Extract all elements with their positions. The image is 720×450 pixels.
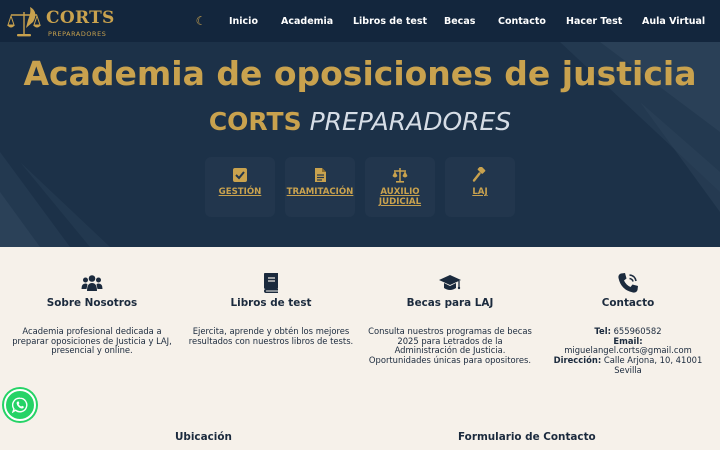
nav-link-academia[interactable]: Academia xyxy=(281,15,333,28)
navbar: CORTS PREPARADORES ☾ Inicio Academia Lib… xyxy=(0,0,720,42)
brand-tagline: PREPARADORES xyxy=(48,30,107,38)
hero-subtitle-bold: CORTS xyxy=(208,107,302,136)
whatsapp-button[interactable] xyxy=(4,389,36,421)
brand-logo[interactable]: CORTS PREPARADORES xyxy=(6,4,114,40)
nav-link-hacer-test[interactable]: Hacer Test xyxy=(566,15,622,28)
tile-tramitacion[interactable]: TRAMITACIÓN xyxy=(285,157,355,217)
phone-value[interactable]: 655960582 xyxy=(614,326,662,336)
email-label: Email: xyxy=(613,335,643,346)
moon-icon[interactable]: ☾ xyxy=(194,14,208,28)
phone-icon xyxy=(618,273,638,293)
hero-subtitle-italic: PREPARADORES xyxy=(309,107,512,136)
book-icon xyxy=(264,273,278,293)
graduation-cap-icon xyxy=(439,275,461,290)
nav-link-contacto[interactable]: Contacto xyxy=(498,15,546,28)
users-icon xyxy=(81,275,103,291)
scales-icon xyxy=(392,168,408,183)
phone-label: Tel: xyxy=(594,326,611,336)
tile-label: TRAMITACIÓN xyxy=(286,187,354,197)
feature-text: Ejercita, aprende y obtén los mejores re… xyxy=(188,326,354,346)
whatsapp-icon xyxy=(12,397,28,413)
check-square-icon xyxy=(233,168,247,182)
feature-text: Consulta nuestros programas de becas 202… xyxy=(368,326,532,366)
address-value: Calle Arjona, 10, 41001 Sevilla xyxy=(603,355,703,375)
nav-link-becas[interactable]: Becas xyxy=(444,15,475,28)
feature-title: Contacto xyxy=(601,297,655,309)
tile-label: GESTIÓN xyxy=(218,187,262,197)
tile-laj[interactable]: LAJ xyxy=(445,157,515,217)
scales-quill-icon xyxy=(7,7,41,37)
email-value[interactable]: miguelangel.corts@gmail.com xyxy=(564,345,692,356)
nav-link-inicio[interactable]: Inicio xyxy=(229,15,258,28)
tile-gestion[interactable]: GESTIÓN xyxy=(205,157,275,217)
nav-link-aula-virtual[interactable]: Aula Virtual xyxy=(642,15,705,28)
contact-address: Dirección: Calle Arjona, 10, 41001 Sevil… xyxy=(543,355,713,375)
feature-text: Academia profesional dedicada a preparar… xyxy=(12,326,172,356)
contact-details: Tel: 655960582 Email: miguelangel.corts@… xyxy=(543,326,713,376)
tile-auxilio-judicial[interactable]: AUXILIO JUDICIAL xyxy=(365,157,435,217)
nav-link-libros-de-test[interactable]: Libros de test xyxy=(353,15,427,28)
feature-title: Sobre Nosotros xyxy=(46,297,138,309)
tile-label: LAJ xyxy=(472,187,488,197)
hero-title: Academia de oposiciones de justicia xyxy=(23,54,697,93)
document-icon xyxy=(315,168,326,182)
feature-title: Becas para LAJ xyxy=(406,297,494,309)
hero-section: Academia de oposiciones de justicia CORT… xyxy=(0,42,720,247)
feature-title: Libros de test xyxy=(230,297,312,309)
brand-name: CORTS xyxy=(46,8,115,28)
address-label: Dirección: xyxy=(553,355,602,366)
gavel-icon xyxy=(472,167,486,182)
hero-subtitle: CORTS PREPARADORES xyxy=(0,106,720,138)
tile-label: AUXILIO JUDICIAL xyxy=(378,187,422,207)
location-heading: Ubicación xyxy=(175,431,232,443)
contact-form-heading: Formulario de Contacto xyxy=(458,431,596,443)
